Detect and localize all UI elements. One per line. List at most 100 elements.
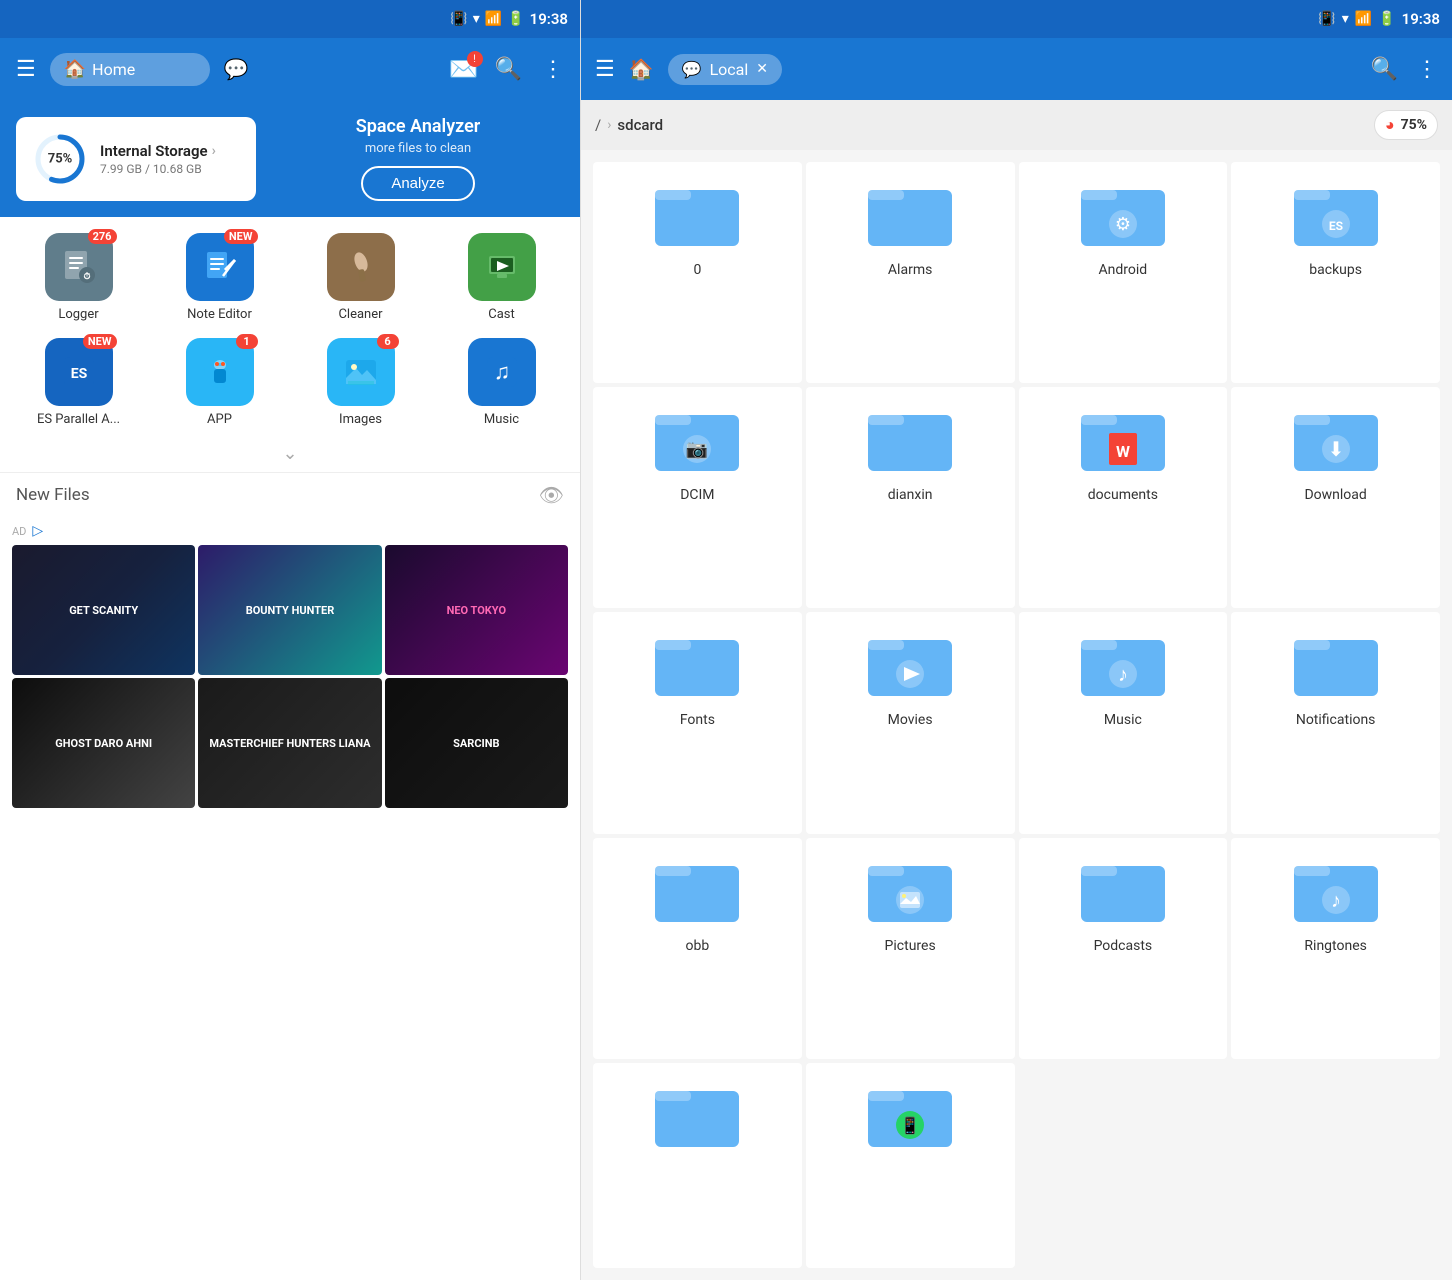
folder-documents-icon: W (1079, 399, 1167, 479)
folder-backups[interactable]: ES backups (1231, 162, 1440, 383)
expand-arrow[interactable]: ⌄ (0, 435, 580, 472)
analyzer-title: Space Analyzer (272, 116, 564, 137)
folder-dianxin[interactable]: dianxin (806, 387, 1015, 608)
storage-percent: 75% (48, 151, 73, 166)
right-search-button[interactable]: 🔍 (1363, 53, 1406, 86)
ad-image-6[interactable]: SARCINB (385, 678, 568, 808)
folder-obb-icon (653, 850, 741, 930)
ad-label: AD ▷ (12, 523, 568, 539)
folder-backups-icon: ES (1292, 174, 1380, 254)
folder-pictures-name: Pictures (885, 938, 936, 954)
app-item-es-parallel[interactable]: ES NEW ES Parallel A... (12, 338, 145, 427)
folder-pictures[interactable]: Pictures (806, 838, 1015, 1059)
app-item-app[interactable]: 1 APP (153, 338, 286, 427)
folder-movies-name: Movies (888, 712, 933, 728)
search-button[interactable]: 🔍 (489, 53, 528, 86)
svg-text:♪: ♪ (1118, 662, 1128, 686)
hamburger-menu-button[interactable]: ☰ (12, 53, 40, 86)
folder-obb-name: obb (686, 938, 710, 954)
folder-extra1-icon (653, 1075, 741, 1155)
svg-text:W: W (1116, 442, 1130, 461)
local-chat-icon: 💬 (682, 60, 702, 79)
ad-section: AD ▷ GET SCANITY BOUNTY HUNTER NEO TOKYO… (0, 515, 580, 1280)
mail-button[interactable]: ✉️ ! (449, 55, 479, 83)
analyze-button[interactable]: Analyze (361, 166, 474, 201)
storage-usage-badge: ◕ 75% (1374, 110, 1438, 140)
folder-fonts[interactable]: Fonts (593, 612, 802, 833)
folder-alarms-name: Alarms (888, 262, 932, 278)
ad-image-1[interactable]: GET SCANITY (12, 545, 195, 675)
breadcrumb-chevron: › (607, 117, 611, 133)
ad-image-2[interactable]: BOUNTY HUNTER (198, 545, 381, 675)
breadcrumb-current[interactable]: sdcard (617, 116, 663, 134)
folder-download-name: Download (1304, 487, 1366, 503)
cast-icon (468, 233, 536, 301)
ad-image-4[interactable]: GHOST DARO AHNI (12, 678, 195, 808)
status-right: 📳 ▾ 📶 🔋 19:38 (450, 10, 568, 28)
folder-music[interactable]: ♪ Music (1019, 612, 1228, 833)
folder-0[interactable]: 0 (593, 162, 802, 383)
folder-alarms[interactable]: Alarms (806, 162, 1015, 383)
folder-dcim-icon: 📷 (653, 399, 741, 479)
folder-podcasts[interactable]: Podcasts (1019, 838, 1228, 1059)
folder-download-icon: ⬇ (1292, 399, 1380, 479)
left-status-bar: 📳 ▾ 📶 🔋 19:38 (0, 0, 580, 38)
storage-section: 75% Internal Storage › 7.99 GB / 10.68 G… (0, 100, 580, 217)
folder-android-name: Android (1099, 262, 1148, 278)
right-home-button[interactable]: 🏠 (625, 53, 658, 85)
folder-pictures-icon (866, 850, 954, 930)
analyzer-subtitle: more files to clean (272, 141, 564, 156)
more-options-button[interactable]: ⋮ (538, 53, 568, 86)
folder-dcim[interactable]: 📷 DCIM (593, 387, 802, 608)
breadcrumb-root[interactable]: / (595, 116, 601, 134)
folder-obb[interactable]: obb (593, 838, 802, 1059)
folder-ringtones-name: Ringtones (1304, 938, 1366, 954)
folder-ringtones[interactable]: ♪ Ringtones (1231, 838, 1440, 1059)
storage-card[interactable]: 75% Internal Storage › 7.99 GB / 10.68 G… (16, 117, 256, 201)
eye-icon[interactable]: 👁 (539, 483, 564, 507)
local-close-icon[interactable]: ✕ (756, 61, 768, 77)
local-button[interactable]: 💬 Local ✕ (668, 54, 782, 85)
logger-badge: 276 (88, 229, 117, 244)
folder-notifications[interactable]: Notifications (1231, 612, 1440, 833)
chat-icon-button[interactable]: 💬 (220, 53, 253, 85)
ad-image-5[interactable]: MASTERCHIEF HUNTERS LIANA (198, 678, 381, 808)
svg-text:♪: ♪ (1331, 888, 1341, 912)
note-editor-label: Note Editor (187, 307, 252, 322)
es-parallel-badge: NEW (83, 334, 117, 349)
app-item-music[interactable]: ♫ Music (435, 338, 568, 427)
ad-image-3[interactable]: NEO TOKYO (385, 545, 568, 675)
folder-documents-name: documents (1088, 487, 1158, 503)
es-parallel-label: ES Parallel A... (37, 412, 120, 427)
folder-documents[interactable]: W documents (1019, 387, 1228, 608)
folder-extra2[interactable]: 📱 (806, 1063, 1015, 1268)
images-label: Images (339, 412, 382, 427)
folder-extra1[interactable] (593, 1063, 802, 1268)
app-item-cast[interactable]: Cast (435, 233, 568, 322)
right-hamburger-button[interactable]: ☰ (595, 57, 615, 82)
breadcrumb-bar: / › sdcard ◕ 75% (581, 100, 1452, 150)
folder-0-icon (653, 174, 741, 254)
folder-android-icon: ⚙ (1079, 174, 1167, 254)
folder-music-name: Music (1104, 712, 1142, 728)
new-files-header: New Files 👁 (0, 472, 580, 515)
app-item-logger[interactable]: ⏱ 276 Logger (12, 233, 145, 322)
home-button[interactable]: 🏠 Home (50, 53, 210, 86)
svg-text:⬇: ⬇ (1327, 437, 1344, 461)
vibrate-icon: 📳 (450, 11, 467, 27)
folder-movies[interactable]: Movies (806, 612, 1015, 833)
app-item-images[interactable]: 6 Images (294, 338, 427, 427)
app-item-cleaner[interactable]: Cleaner (294, 233, 427, 322)
right-more-button[interactable]: ⋮ (1416, 57, 1438, 82)
folder-podcasts-icon (1079, 850, 1167, 930)
app-item-note-editor[interactable]: NEW Note Editor (153, 233, 286, 322)
folder-download[interactable]: ⬇ Download (1231, 387, 1440, 608)
space-analyzer: Space Analyzer more files to clean Analy… (272, 116, 564, 201)
folder-android[interactable]: ⚙ Android (1019, 162, 1228, 383)
battery-icon: 🔋 (507, 11, 524, 27)
cleaner-label: Cleaner (338, 307, 382, 322)
svg-text:📱: 📱 (900, 1116, 920, 1135)
folder-backups-name: backups (1309, 262, 1362, 278)
folder-notifications-name: Notifications (1296, 712, 1376, 728)
pie-icon: ◕ (1385, 115, 1395, 135)
